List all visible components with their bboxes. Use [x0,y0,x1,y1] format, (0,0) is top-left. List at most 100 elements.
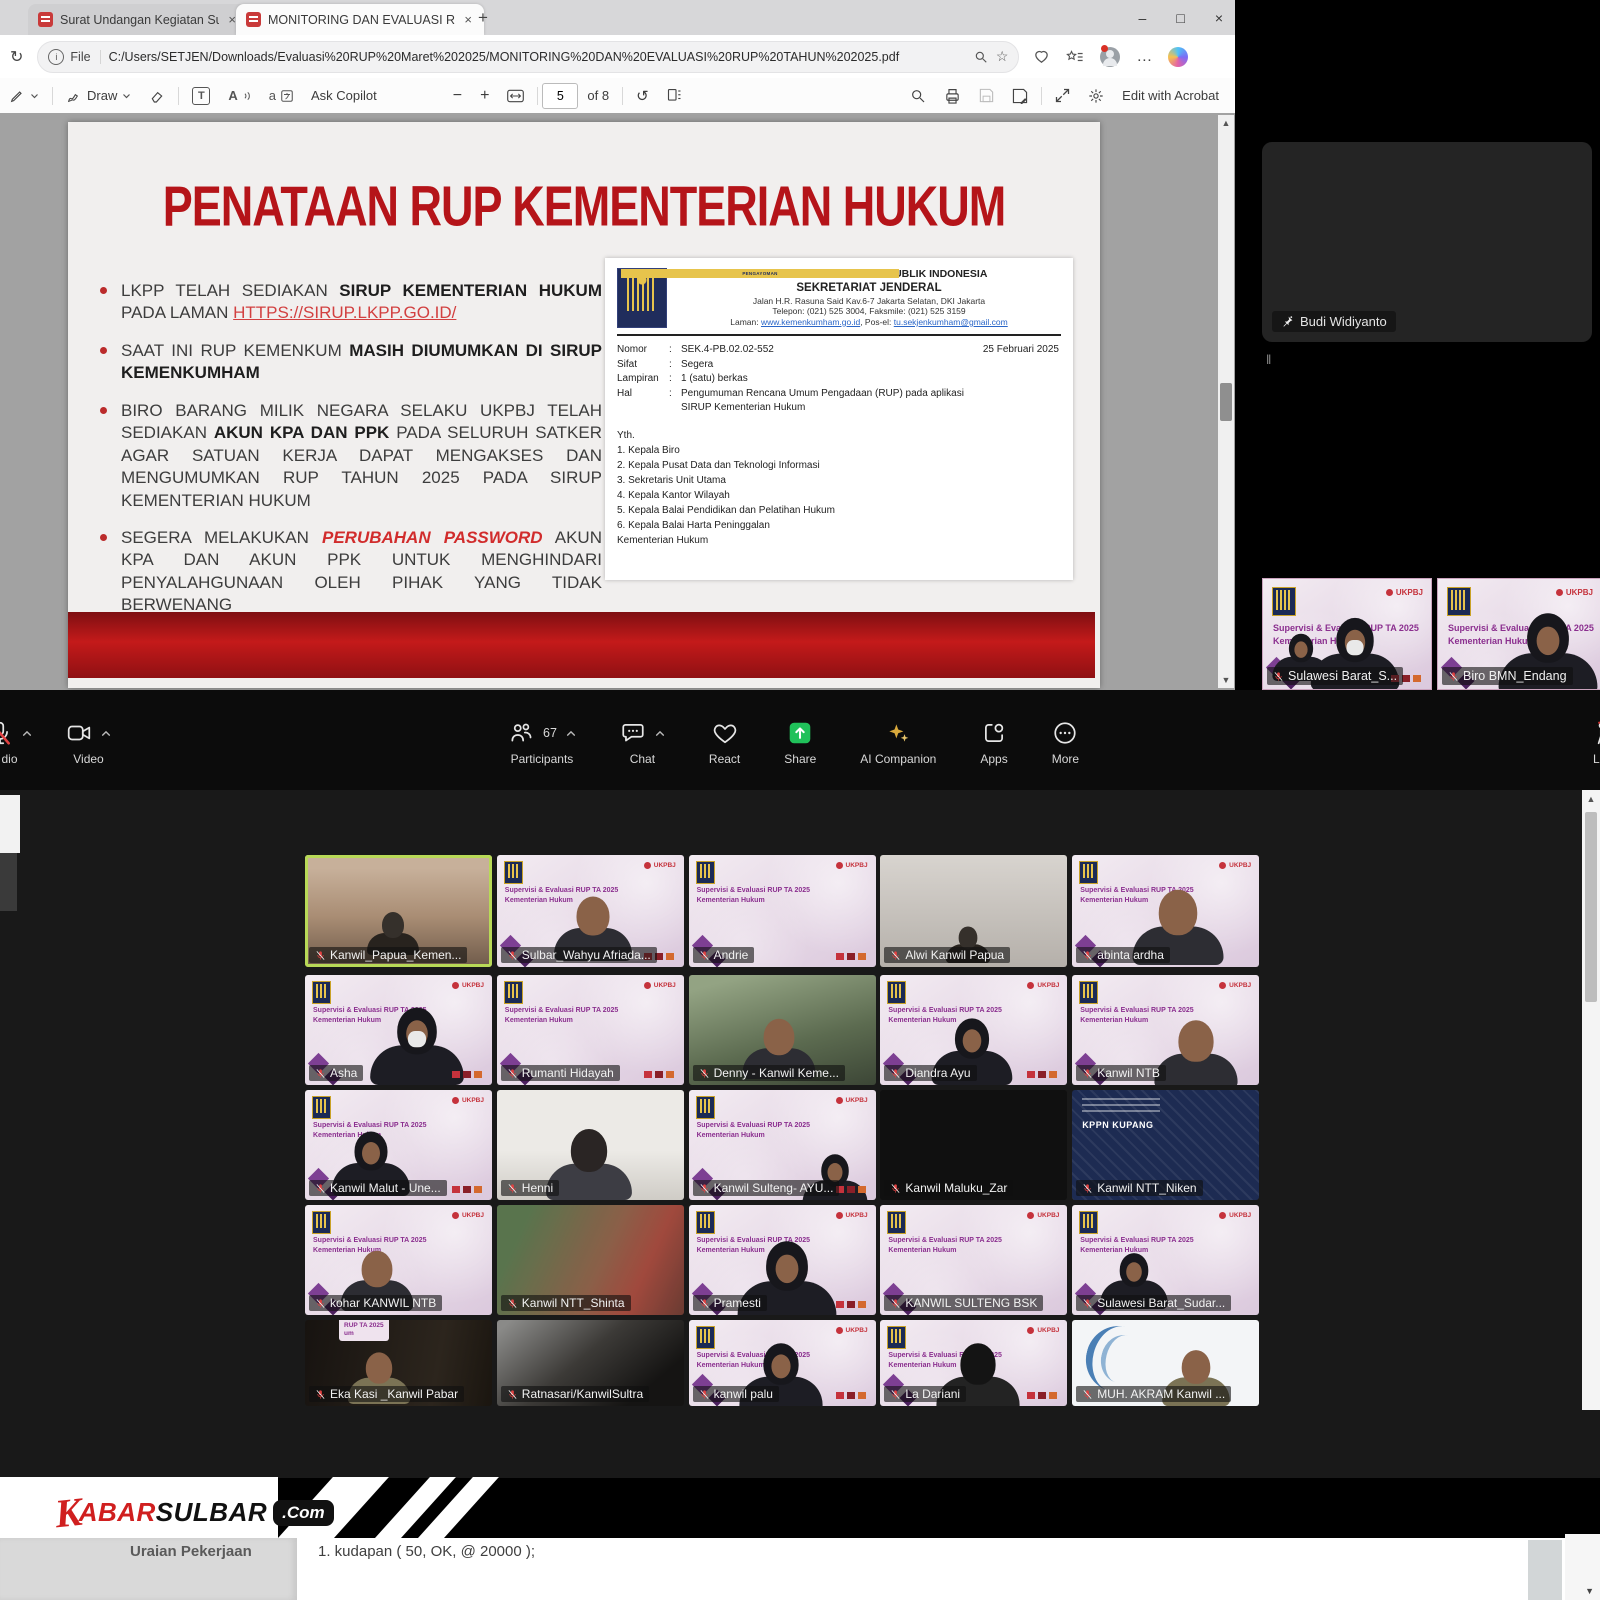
filmstrip-tile[interactable]: UKPBJSupervisi & Evaluasi RUP TA 2025Kem… [1262,578,1432,690]
ask-copilot-button[interactable]: Ask Copilot [311,88,377,103]
participants-button[interactable]: 67Participants [508,690,576,766]
slide-link[interactable]: HTTPS://SIRUP.LKPP.GO.ID/ [233,303,456,322]
participant-tile[interactable]: UKPBJSupervisi & Evaluasi RUP TA 2025Kem… [497,975,684,1085]
page-number-input[interactable] [542,83,578,109]
dio-button[interactable]: dio [0,690,32,766]
chat-button[interactable]: Chat [620,690,665,766]
participant-tile[interactable]: Kanwil_Papua_Kemen... [305,855,492,967]
kemenkumham-logo [1079,1211,1098,1234]
participant-tile[interactable]: RUP TA 2025umEka Kasi _Kanwil Pabar [305,1320,492,1406]
settings-gear-icon[interactable] [1088,88,1104,104]
participant-tile[interactable]: UKPBJSupervisi & Evaluasi RUP TA 2025Kem… [305,975,492,1085]
rotate-button[interactable]: ↺ [636,87,649,105]
participant-tile[interactable]: UKPBJSupervisi & Evaluasi RUP TA 2025Kem… [305,1090,492,1200]
participant-tile[interactable]: Alwi Kanwil Papua [880,855,1067,967]
copilot-icon[interactable] [1168,47,1188,67]
restore-icon[interactable]: □ [1176,10,1184,26]
search-document-button[interactable] [910,88,926,104]
participant-tile[interactable]: UKPBJSupervisi & Evaluasi RUP TA 2025Kem… [689,1205,876,1315]
participant-tile[interactable]: UKPBJSupervisi & Evaluasi RUP TA 2025Kem… [689,1320,876,1406]
laman-link[interactable]: www.kemenkumham.go.id [761,317,860,327]
draw-tool-button[interactable]: Draw [66,88,131,104]
participant-tile[interactable]: UKPBJSupervisi & Evaluasi RUP TA 2025Kem… [880,1205,1067,1315]
apps-button[interactable]: Apps [980,690,1007,766]
participant-tile[interactable]: UKPBJSupervisi & Evaluasi RUP TA 2025Kem… [1072,855,1259,967]
fullscreen-button[interactable] [1055,88,1070,103]
close-icon[interactable]: × [1215,10,1223,26]
pdf-scrollbar[interactable]: ▲ ▼ [1218,115,1234,688]
chevron-up-icon[interactable] [22,730,32,737]
background-scrollbar[interactable]: ▼ [1565,1534,1600,1600]
save-as-button[interactable] [1012,88,1028,104]
tab-close-icon[interactable]: × [462,12,474,27]
pinned-video-tile[interactable]: Budi Widiyanto [1262,142,1592,342]
tab-surat-undangan[interactable]: Surat Undangan Kegiatan Superv × [28,4,248,35]
print-button[interactable] [944,88,961,104]
scroll-up-icon[interactable]: ▲ [1582,794,1600,804]
chevron-up-icon[interactable] [101,730,111,737]
browser-essentials-icon[interactable] [1033,48,1050,65]
more-menu-icon[interactable]: … [1136,48,1152,66]
screen: Surat Undangan Kegiatan Superv × MONITOR… [0,0,1600,1600]
participant-tile[interactable]: Ratnasari/KanwilSultra [497,1320,684,1406]
scroll-down-icon[interactable]: ▼ [1585,1586,1594,1596]
participant-tile[interactable]: UKPBJSupervisi & Evaluasi RUP TA 2025Kem… [305,1205,492,1315]
filmstrip-tile[interactable]: UKPBJSupervisi & Evaluasi RUP TA 2025Kem… [1437,578,1600,690]
favorites-list-icon[interactable] [1066,49,1084,65]
background-scrollbar[interactable]: ▲ [1582,790,1600,1410]
participant-tile[interactable]: UKPBJSupervisi & Evaluasi RUP TA 2025Kem… [1072,1205,1259,1315]
zoom-search-icon[interactable] [974,50,988,64]
participant-tile[interactable]: MUH. AKRAM Kanwil ... [1072,1320,1259,1406]
info-icon[interactable]: i [48,49,64,65]
participant-tile[interactable]: UKPBJSupervisi & Evaluasi RUP TA 2025Kem… [1072,975,1259,1085]
highlight-tool-button[interactable] [9,88,39,104]
pdf-scroll-thumb[interactable] [1220,383,1232,421]
participant-tile[interactable]: UKPBJSupervisi & Evaluasi RUP TA 2025Kem… [880,975,1067,1085]
participant-tile[interactable]: UKPBJSupervisi & Evaluasi RUP TA 2025Kem… [880,1320,1067,1406]
scroll-up-icon[interactable]: ▲ [1218,118,1234,128]
background-window-artifact [0,853,17,911]
react-button[interactable]: React [709,690,740,766]
fit-width-button[interactable] [507,89,524,103]
scroll-down-icon[interactable]: ▼ [1218,675,1234,685]
zoom-out-button[interactable]: − [453,87,462,105]
chevron-up-icon[interactable] [566,730,576,737]
eraser-button[interactable] [149,88,165,104]
participant-name: Rumanti Hidayah [501,1065,620,1081]
new-tab-button[interactable]: + [478,8,488,28]
ai-companion-button[interactable]: AI Companion [860,690,936,766]
page-view-button[interactable] [667,88,682,103]
url-field[interactable]: i File C:/Users/SETJEN/Downloads/Evaluas… [37,41,1019,73]
tab-monitoring-evaluasi[interactable]: MONITORING DAN EVALUASI RU × [236,4,484,35]
chevron-up-icon[interactable] [655,730,665,737]
participant-tile[interactable]: Denny - Kanwil Keme... [689,975,876,1085]
zoom-in-button[interactable]: + [480,87,489,105]
participant-tile[interactable]: Henni [497,1090,684,1200]
participant-tile[interactable]: Kanwil Maluku_Zar [880,1090,1067,1200]
scroll-thumb[interactable] [1585,812,1597,1002]
participant-tile[interactable]: KPPN KUPANGKanwil NTT_Niken [1072,1090,1259,1200]
participant-name: Kanwil_Papua_Kemen... [309,947,467,963]
minimize-icon[interactable]: – [1139,10,1147,26]
pdf-file-icon [246,12,261,27]
participant-tile[interactable]: Kanwil NTT_Shinta [497,1205,684,1315]
translate-button[interactable]: a [269,88,293,103]
reload-icon[interactable]: ↻ [10,47,23,67]
favorite-star-icon[interactable]: ☆ [996,48,1009,65]
save-button[interactable] [979,88,994,103]
edit-with-acrobat-button[interactable]: Edit with Acrobat [1122,88,1219,103]
panel-drag-handle[interactable]: ‖ [1266,352,1273,367]
virtual-bg-subtitle: Kementerian Hukum [888,1247,956,1254]
video-button[interactable]: Video [66,690,111,766]
profile-avatar[interactable] [1100,47,1120,67]
add-text-button[interactable]: T [192,87,210,105]
posel-link[interactable]: tu.sekjenkumham@gmail.com [894,317,1008,327]
more-button[interactable]: More [1052,690,1079,766]
participant-tile[interactable]: UKPBJSupervisi & Evaluasi RUP TA 2025Kem… [689,1090,876,1200]
participant-tile[interactable]: UKPBJSupervisi & Evaluasi RUP TA 2025Kem… [497,855,684,967]
share-button[interactable]: Share [784,690,816,766]
participant-tile[interactable]: UKPBJSupervisi & Evaluasi RUP TA 2025Kem… [689,855,876,967]
lea-button[interactable]: Lea [1590,690,1600,766]
ukpbj-logo: UKPBJ [452,1097,484,1104]
read-aloud-button[interactable]: A [228,88,250,103]
